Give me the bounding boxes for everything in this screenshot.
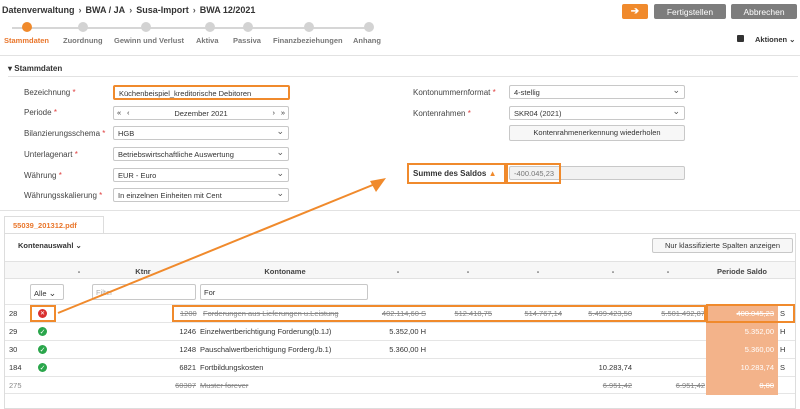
annotation-arrow [57,178,386,314]
